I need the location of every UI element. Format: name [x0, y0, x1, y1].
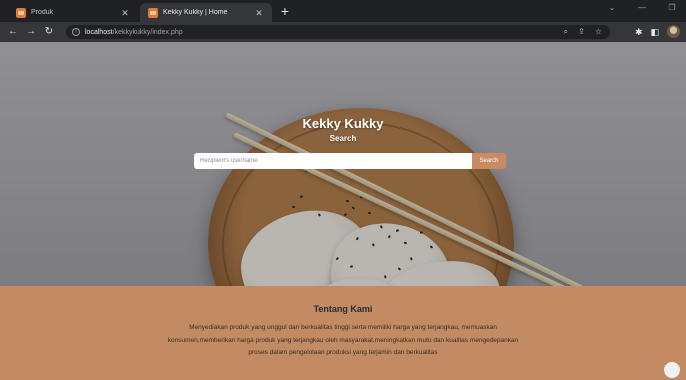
chat-widget-button[interactable]	[664, 362, 680, 378]
tab-kekky-kukky-home[interactable]: Kekky Kukky | Home ✕	[140, 3, 272, 22]
close-icon[interactable]: ✕	[120, 8, 130, 18]
search-button[interactable]: Search	[472, 153, 506, 169]
search-form: Search	[194, 153, 506, 169]
search-input[interactable]	[194, 153, 472, 169]
about-title: Tentang Kami	[313, 304, 373, 314]
window-controls: ⌄ — ❐	[606, 3, 678, 12]
about-description: Menyediakan produk yang unggul dan berku…	[110, 322, 576, 360]
forward-arrow-icon[interactable]: →	[24, 25, 38, 39]
tab-title: Produk	[31, 9, 54, 16]
site-favicon-icon	[148, 7, 158, 18]
address-bar[interactable]: i localhost/kekkykukky/index.php ⌕ ⇪ ☆	[66, 25, 610, 39]
about-line: proses dalam pengelolaan produksi yang t…	[248, 349, 438, 356]
browser-tab-strip: Produk ✕ Kekky Kukky | Home ✕ + ⌄ — ❐	[0, 0, 686, 22]
tab-title: Kekky Kukky | Home	[163, 9, 228, 16]
hero-section: Kekky Kukky Search Search	[0, 42, 686, 286]
about-line: konsumen,memberikan harga produk yang te…	[167, 336, 519, 344]
url-host: localhost	[85, 28, 113, 36]
zoom-icon[interactable]: ⌕	[564, 25, 568, 39]
back-arrow-icon[interactable]: ←	[6, 25, 20, 39]
about-line: Menyediakan produk yang unggul dan berku…	[189, 324, 497, 331]
about-section: Tentang Kami Menyediakan produk yang ung…	[0, 286, 686, 380]
info-icon[interactable]: i	[72, 28, 80, 36]
tab-produk[interactable]: Produk ✕	[8, 3, 138, 22]
close-icon[interactable]: ✕	[254, 8, 264, 18]
chevron-down-icon[interactable]: ⌄	[606, 3, 618, 12]
hero-title: Kekky Kukky	[302, 116, 384, 131]
reload-icon[interactable]: ↻	[42, 25, 56, 39]
extensions-puzzle-icon[interactable]: ✱	[635, 25, 643, 39]
maximize-icon[interactable]: ❐	[666, 3, 678, 12]
profile-avatar[interactable]	[667, 25, 680, 38]
url-path: /kekkykukky/index.php	[112, 28, 183, 36]
new-tab-plus-icon[interactable]: +	[278, 4, 292, 18]
hero-subtitle: Search	[329, 134, 357, 143]
share-icon[interactable]: ⇪	[578, 25, 585, 39]
side-panel-icon[interactable]: ◧	[650, 25, 659, 39]
site-favicon-icon	[16, 7, 26, 18]
bookmark-star-icon[interactable]: ☆	[595, 25, 602, 39]
minimize-icon[interactable]: —	[636, 3, 648, 12]
browser-toolbar: ← → ↻ i localhost/kekkykukky/index.php ⌕…	[0, 22, 686, 42]
